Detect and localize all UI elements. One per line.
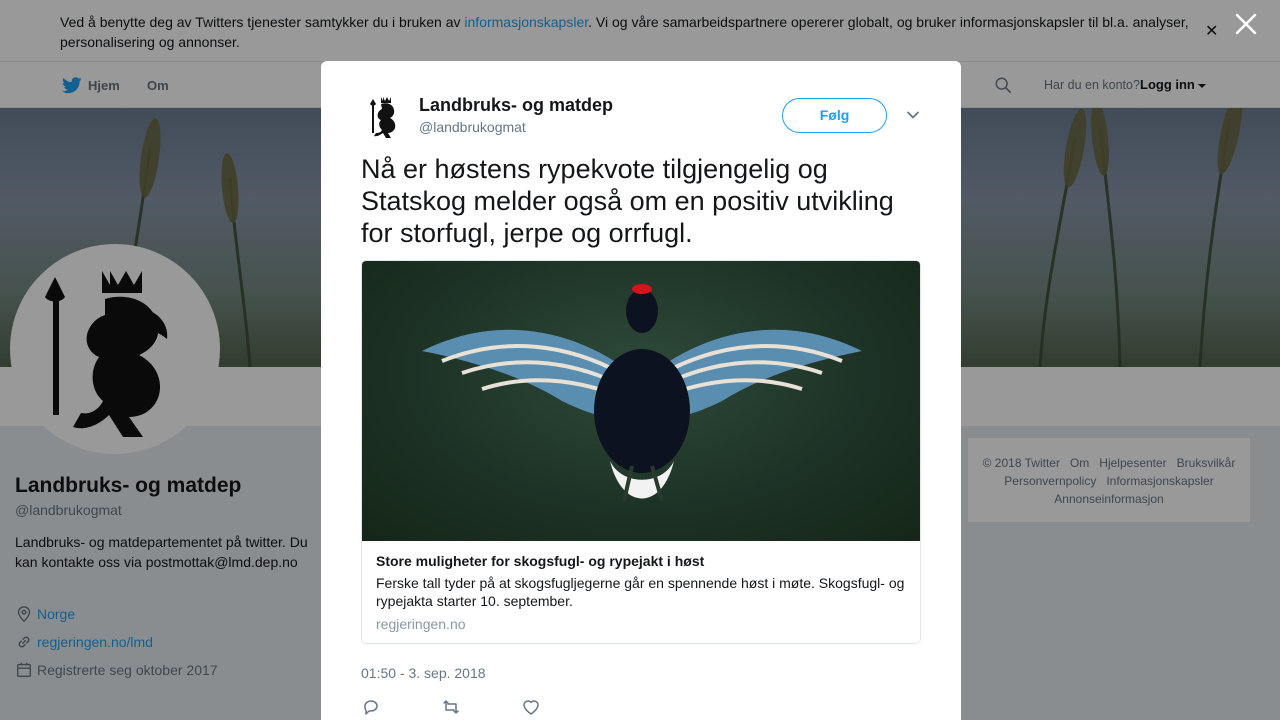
tweet-timestamp[interactable]: 01:50 - 3. sep. 2018 bbox=[361, 665, 486, 681]
tweet-text: Nå er høstens rypekvote tilgjengelig og … bbox=[361, 154, 894, 248]
chevron-down-icon[interactable] bbox=[905, 107, 921, 123]
tweet-author-handle[interactable]: @landbrukogmat bbox=[419, 119, 526, 135]
link-card[interactable]: Store muligheter for skogsfugl- og rypej… bbox=[361, 260, 921, 644]
follow-button[interactable]: Følg bbox=[782, 98, 887, 133]
link-card-description: Ferske tall tyder på at skogsfugljegerne… bbox=[376, 575, 905, 609]
link-card-domain: regjeringen.no bbox=[376, 616, 466, 632]
tweet-author-avatar[interactable] bbox=[363, 93, 409, 139]
close-icon[interactable] bbox=[1233, 11, 1259, 37]
black-grouse-illustration bbox=[422, 284, 862, 502]
tweet-actions bbox=[361, 697, 601, 717]
link-card-image bbox=[362, 261, 920, 541]
link-card-title: Store muligheter for skogsfugl- og rypej… bbox=[376, 553, 705, 569]
tweet-author-name[interactable]: Landbruks- og matdep bbox=[419, 95, 613, 116]
tweet-modal: Landbruks- og matdep @landbrukogmat Følg… bbox=[321, 61, 961, 720]
heart-icon[interactable] bbox=[521, 697, 541, 717]
reply-icon[interactable] bbox=[361, 697, 381, 717]
retweet-icon[interactable] bbox=[441, 697, 461, 717]
